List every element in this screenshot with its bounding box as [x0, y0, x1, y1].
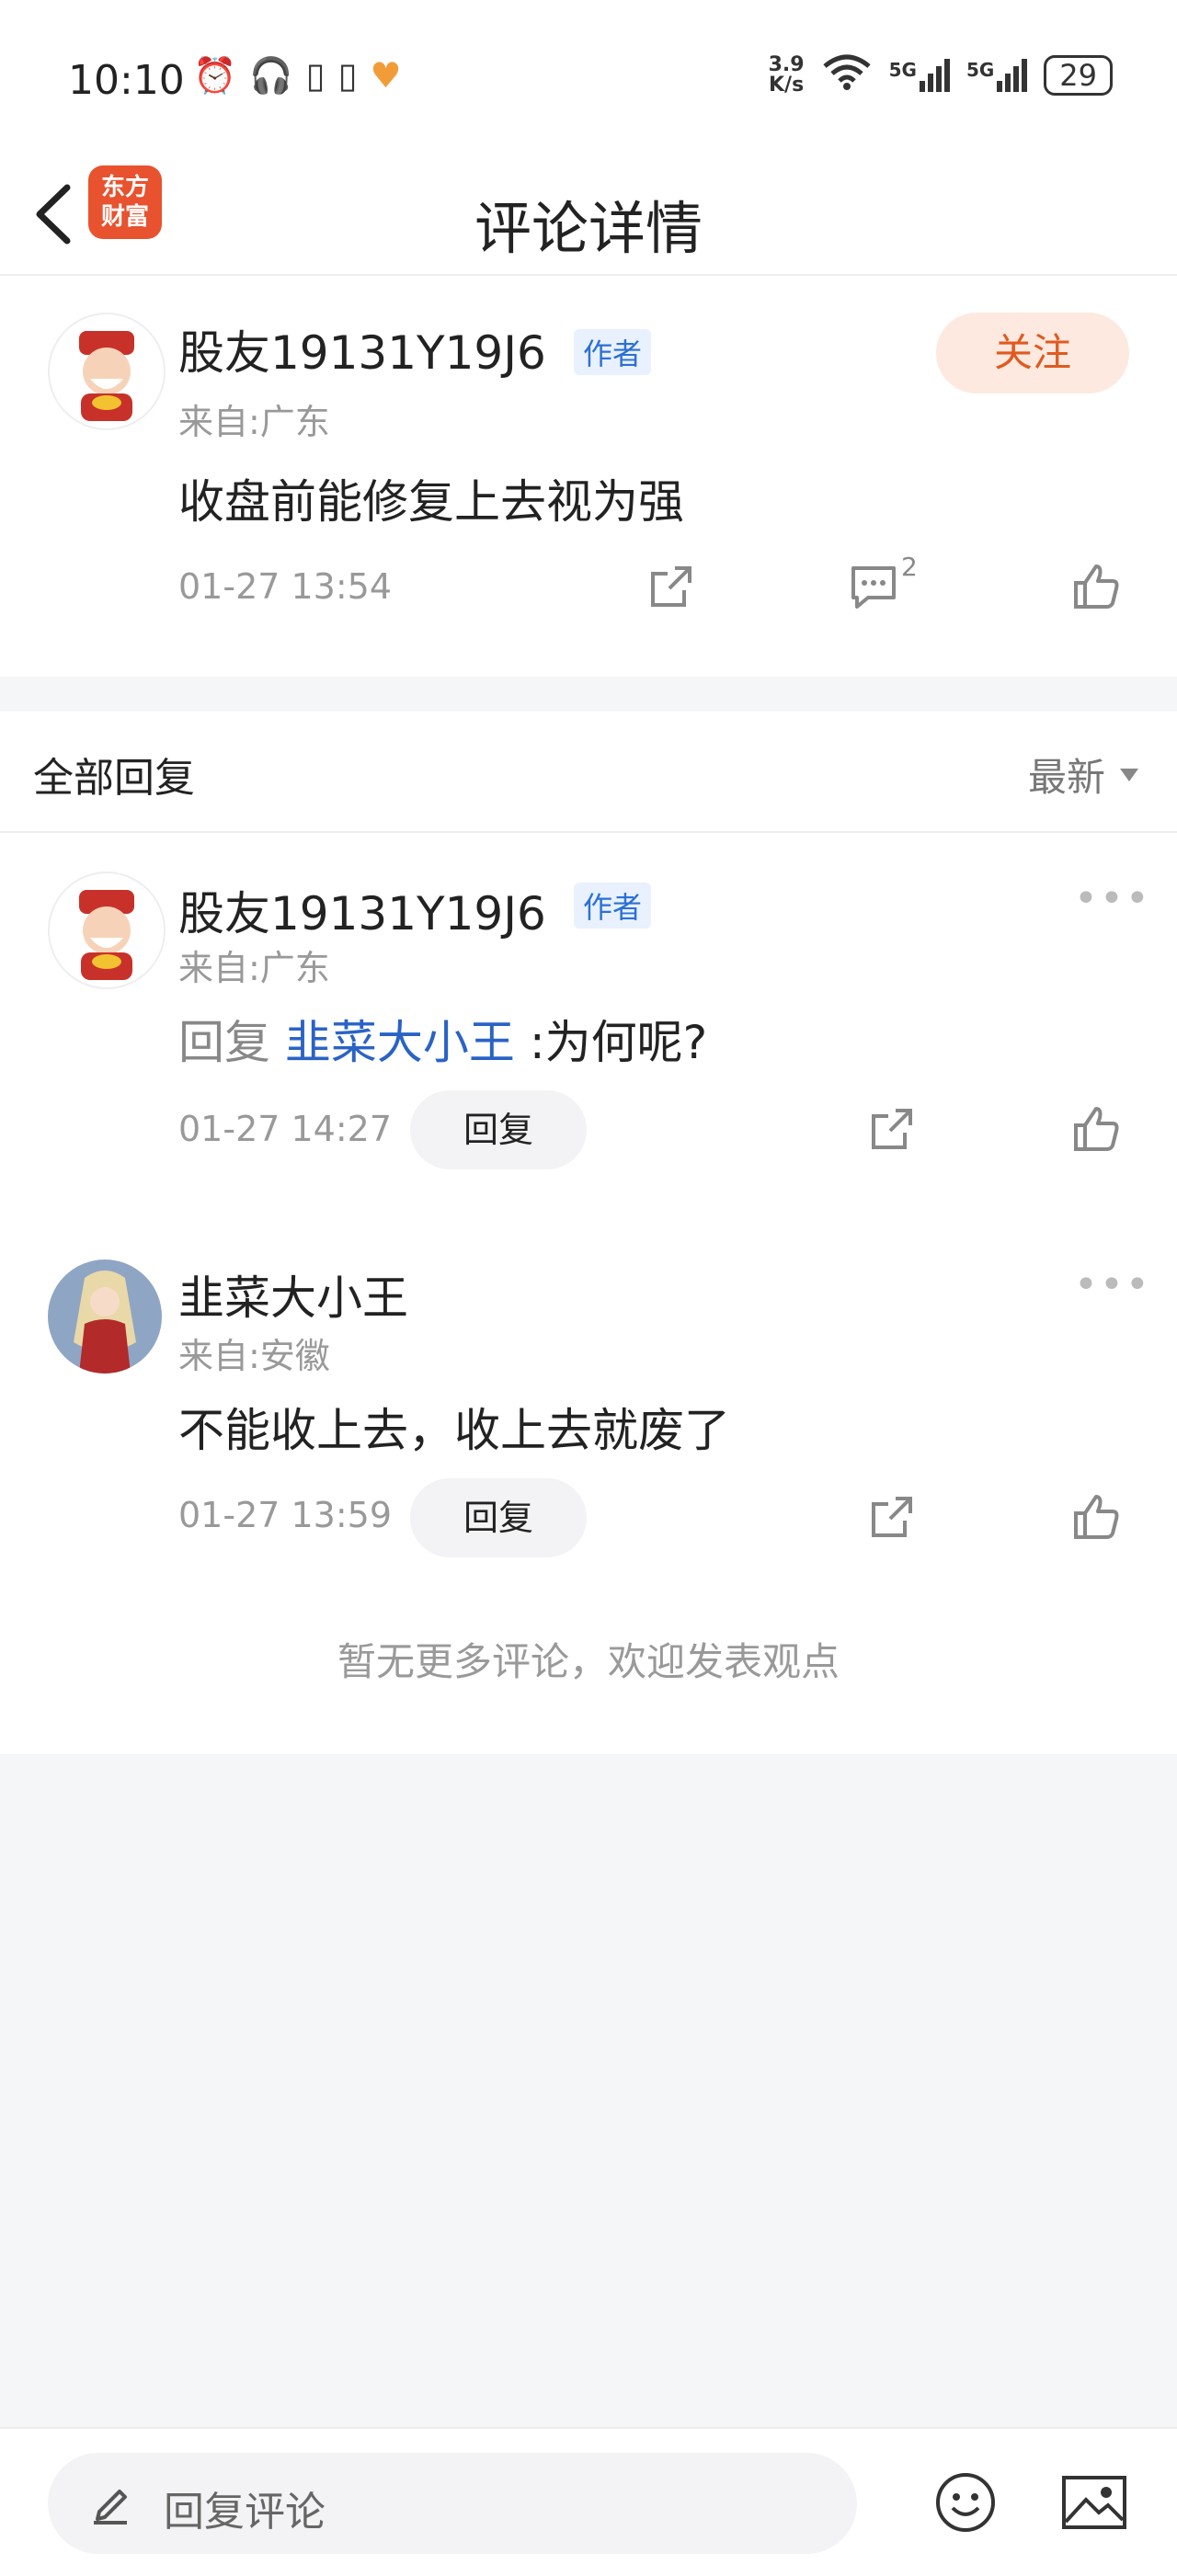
comment-count: 2	[901, 552, 918, 582]
status-icons-left: ⏰ 🎧 ▯ ▯ ♥	[193, 55, 402, 97]
status-icons-right: 3.9 K/s 5G 5G 29	[769, 53, 1113, 97]
comment-date: 01-27 13:54	[178, 566, 393, 607]
headphones-icon: 🎧	[249, 55, 293, 96]
reply-prefix: 回复	[178, 1016, 270, 1069]
author-badge: 作者	[574, 329, 652, 375]
replies-header: 全部回复 最新	[0, 712, 1177, 833]
reply-date: 01-27 13:59	[178, 1495, 393, 1535]
reply-location: 来自:安徽	[178, 1336, 330, 1376]
warrior-avatar-icon	[48, 1260, 162, 1373]
avatar[interactable]	[48, 313, 166, 430]
bottom-bar: 回复评论	[0, 2427, 1177, 2576]
reply-button[interactable]: 回复	[410, 1090, 587, 1169]
share-icon[interactable]	[644, 559, 699, 614]
main-comment: 股友19131Y19J6 作者 来自:广东 收盘前能修复上去视为强 关注 01-…	[0, 276, 1177, 677]
reply-target-link[interactable]: 韭菜大小王	[285, 1016, 515, 1069]
caret-down-icon	[1120, 768, 1138, 781]
status-time: 10:10	[68, 57, 185, 104]
caishen-avatar-icon	[79, 331, 134, 421]
pencil-icon	[94, 2490, 127, 2525]
caishen-avatar-icon	[79, 890, 134, 980]
replies-title: 全部回复	[33, 755, 195, 802]
more-options-icon[interactable]: •••	[1074, 875, 1151, 922]
emoji-icon[interactable]	[932, 2469, 999, 2536]
reply-text: :为何呢?	[529, 1016, 708, 1069]
page-title: 评论详情	[474, 195, 703, 262]
reply-content: 回复 韭菜大小王 :为何呢?	[178, 1006, 707, 1072]
follow-button[interactable]: 关注	[936, 313, 1129, 393]
alarm-icon: ⏰	[193, 55, 237, 96]
thumbs-up-icon[interactable]	[1067, 557, 1126, 616]
reply-input-placeholder: 回复评论	[164, 2489, 326, 2536]
sort-label: 最新	[1027, 755, 1105, 800]
reply-date: 01-27 14:27	[178, 1109, 393, 1149]
comment-content: 收盘前能修复上去视为强	[178, 475, 684, 529]
more-options-icon[interactable]: •••	[1074, 1261, 1151, 1308]
thumbs-up-icon[interactable]	[1067, 1100, 1126, 1158]
comment-icon[interactable]	[844, 559, 903, 614]
nav-header: 东方 财富 评论详情	[0, 156, 1177, 276]
reply-button[interactable]: 回复	[410, 1478, 587, 1557]
comment-location: 来自:广东	[178, 402, 330, 442]
net-speed: 3.9 K/s	[768, 53, 805, 97]
reply-username[interactable]: 韭菜大小王	[178, 1261, 408, 1328]
reply-content: 不能收上去，收上去就废了	[178, 1404, 730, 1457]
battery-small-icon: ▯	[305, 55, 326, 96]
vibrate-icon: ▯	[337, 55, 358, 96]
share-icon[interactable]	[864, 1489, 920, 1544]
replies-section: 全部回复 最新 股友19131Y19J6 作者 ••• 来自:广东 回复 韭菜大…	[0, 712, 1177, 1754]
signal-icon: 5G	[966, 59, 1028, 92]
share-icon[interactable]	[864, 1101, 920, 1157]
status-bar: 10:10 ⏰ 🎧 ▯ ▯ ♥ 3.9 K/s 5G 5G 29	[0, 0, 1177, 156]
reply-username[interactable]: 股友19131Y19J6	[178, 877, 546, 943]
reply-input[interactable]: 回复评论	[48, 2453, 857, 2554]
comment-username[interactable]: 股友19131Y19J6	[178, 316, 546, 382]
battery-icon: 29	[1044, 55, 1113, 96]
wifi-icon	[821, 53, 873, 97]
author-badge: 作者	[574, 883, 652, 929]
heart-app-icon: ♥	[370, 55, 402, 96]
thumbs-up-icon[interactable]	[1067, 1487, 1126, 1546]
sort-dropdown[interactable]: 最新	[1028, 747, 1140, 803]
avatar[interactable]	[48, 1260, 162, 1373]
signal-icon: 5G	[889, 59, 950, 92]
reply-location: 来自:广东	[178, 948, 330, 988]
avatar[interactable]	[48, 872, 166, 989]
image-icon[interactable]	[1059, 2473, 1129, 2532]
no-more-comments: 暂无更多评论，欢迎发表观点	[337, 1639, 840, 1684]
